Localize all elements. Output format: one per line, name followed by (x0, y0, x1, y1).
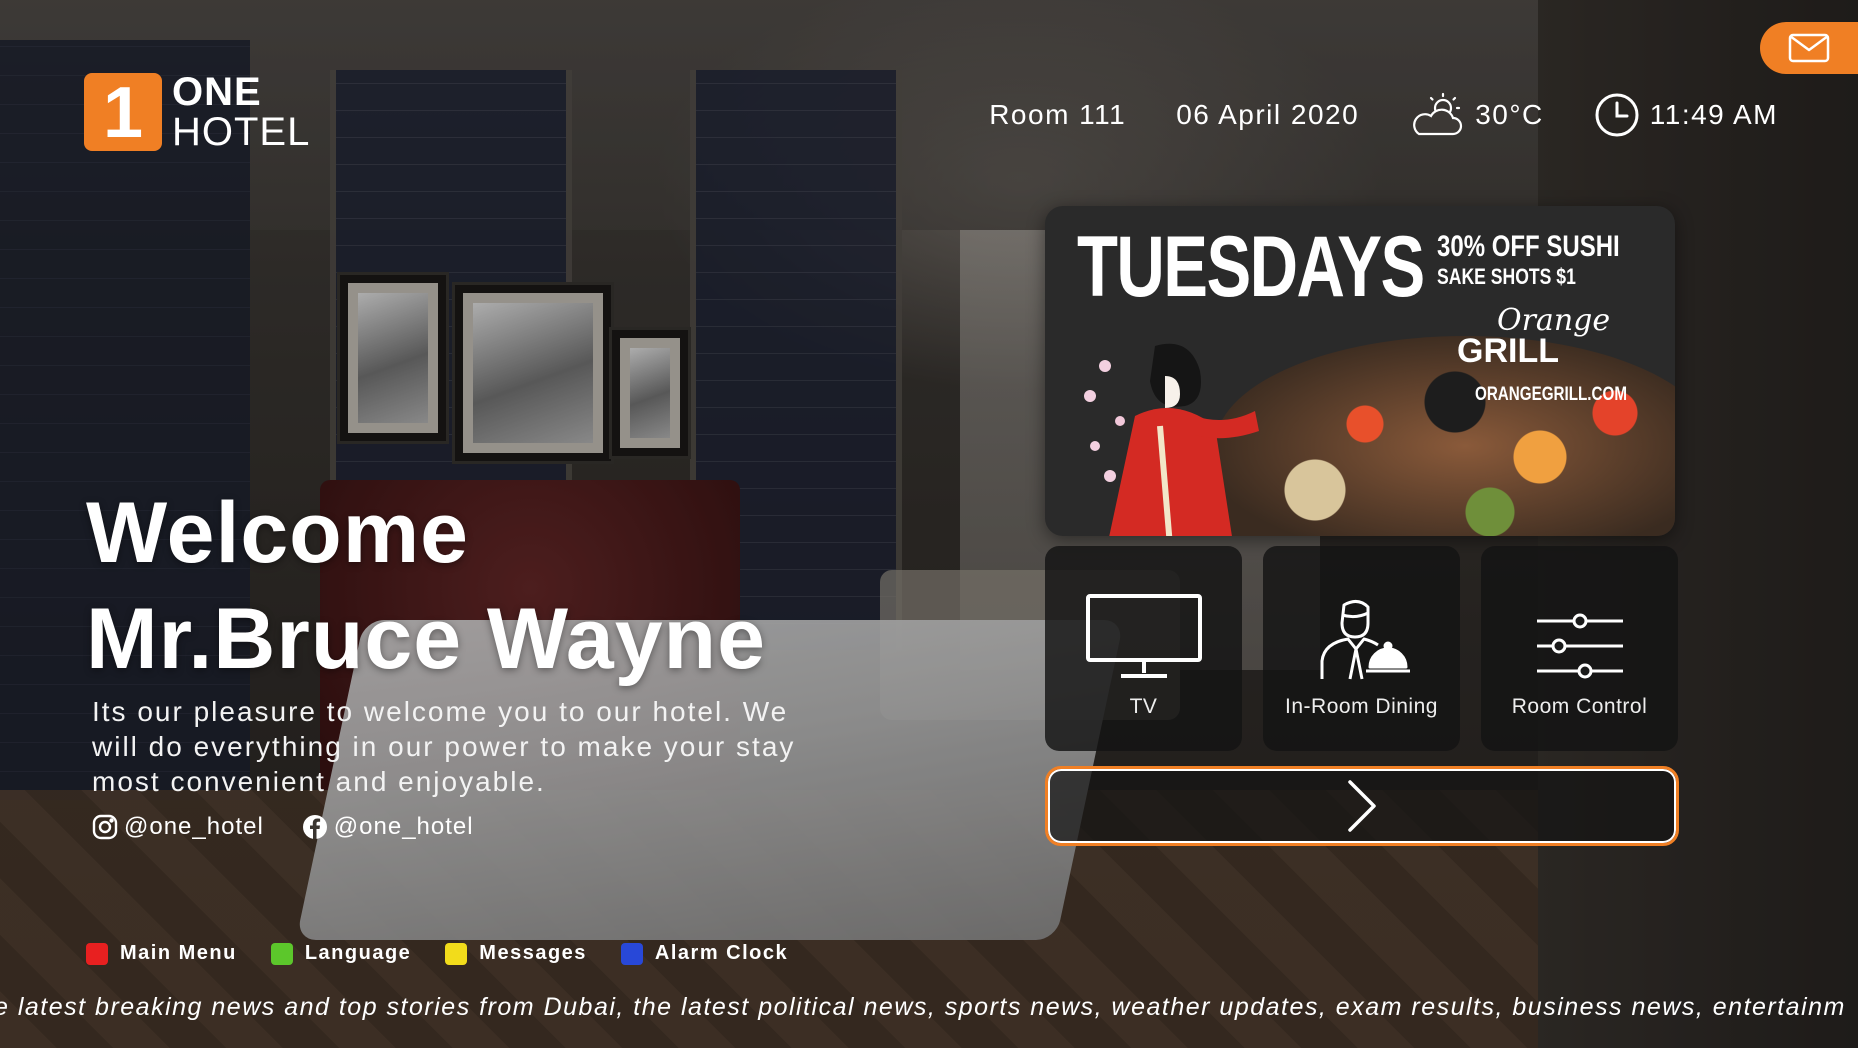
logo-mark: 1 (84, 73, 162, 151)
tile-room-control[interactable]: Room Control (1481, 546, 1678, 751)
green-key-icon (270, 942, 293, 965)
promo-sub: SAKE SHOTS $1 (1437, 264, 1576, 289)
welcome-line1: Welcome (86, 485, 469, 581)
chevron-right-icon (1348, 780, 1376, 832)
facebook-icon (302, 815, 327, 839)
promo-offer: 30% OFF SUSHI (1437, 230, 1620, 263)
service-tiles: TV In-Room Dining Room Control (1045, 546, 1678, 751)
tile-label: TV (1129, 695, 1158, 718)
yellow-key-icon (445, 942, 468, 965)
hotel-logo: 1 ONE HOTEL (84, 72, 310, 152)
mail-icon (1788, 33, 1830, 63)
tile-label: Room Control (1511, 695, 1648, 718)
color-key-legend: Main Menu Language Messages Alarm Clock (86, 942, 822, 965)
clock-icon (1594, 92, 1640, 138)
partly-cloudy-icon (1409, 92, 1465, 138)
tile-in-room-dining[interactable]: In-Room Dining (1263, 546, 1460, 751)
room-service-icon (1320, 600, 1410, 680)
tile-tv[interactable]: TV (1045, 546, 1242, 751)
weather: 30°C (1409, 92, 1544, 138)
instagram-link: @one_hotel (92, 813, 264, 841)
key-messages[interactable]: Messages (445, 942, 587, 965)
next-button[interactable] (1045, 766, 1679, 846)
geisha-illustration (1084, 343, 1259, 536)
key-alarm-clock[interactable]: Alarm Clock (620, 942, 788, 965)
messages-button[interactable] (1760, 22, 1858, 74)
promo-title: TUESDAYS (1077, 219, 1425, 315)
key-main-menu[interactable]: Main Menu (86, 942, 237, 965)
social-links: @one_hotel @one_hotel (92, 813, 512, 841)
instagram-icon (92, 814, 118, 840)
ticker-text: e latest breaking news and top stories f… (0, 993, 1846, 1021)
current-date: 06 April 2020 (1176, 99, 1360, 130)
tv-icon (1085, 594, 1202, 678)
key-language[interactable]: Language (270, 942, 411, 965)
welcome-message: Its our pleasure to welcome you to our h… (92, 696, 796, 797)
promo-banner[interactable]: TUESDAYS 30% OFF SUSHI SAKE SHOTS $1 Ora… (1045, 206, 1675, 536)
logo-line2: HOTEL (172, 110, 311, 154)
clock: 11:49 AM (1594, 92, 1778, 138)
promo-url: ORANGEGRILL.COM (1475, 384, 1627, 405)
facebook-link: @one_hotel (302, 813, 474, 841)
room-number: Room 111 (989, 99, 1127, 130)
restaurant-logo: Orange GRILL (1457, 303, 1611, 370)
status-bar: Room 111 06 April 2020 30°C 11:49 AM (939, 92, 1778, 138)
tile-label: In-Room Dining (1285, 695, 1438, 718)
welcome-heading: Welcome Mr.Bruce Wayne (86, 480, 766, 692)
blue-key-icon (620, 942, 643, 965)
guest-name: Mr.Bruce Wayne (86, 591, 766, 687)
sushi-image (1215, 336, 1675, 536)
news-ticker: e latest breaking news and top stories f… (0, 993, 1858, 1025)
red-key-icon (86, 942, 108, 965)
sliders-icon (1536, 613, 1623, 679)
logo-line1: ONE (172, 70, 262, 114)
